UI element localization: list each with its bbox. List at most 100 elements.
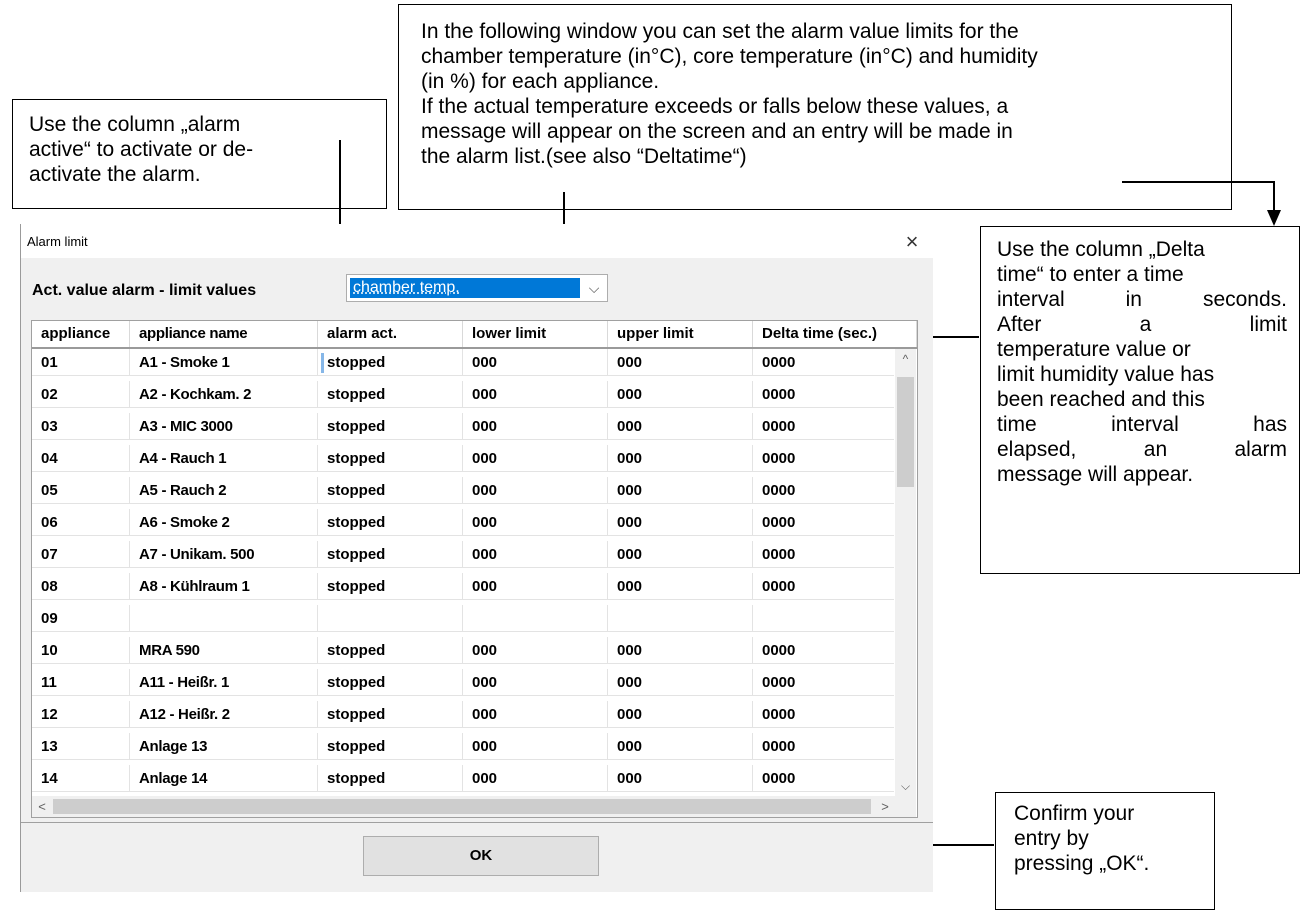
alarm-active-cell[interactable]: stopped	[318, 765, 463, 792]
appliance-name-cell[interactable]: A1 - Smoke 1	[130, 349, 318, 376]
lower-limit-cell[interactable]: 000	[463, 509, 608, 536]
alarm-active-cell[interactable]: stopped	[318, 349, 463, 376]
appliance-name-cell[interactable]: A6 - Smoke 2	[130, 509, 318, 536]
lower-limit-cell[interactable]: 000	[463, 445, 608, 472]
upper-limit-cell[interactable]: 000	[608, 637, 753, 664]
table-row[interactable]: 10 MRA 590 stopped 000 000 0000	[32, 637, 894, 664]
delta-time-cell[interactable]: 0000	[753, 509, 894, 536]
lower-limit-cell[interactable]: 000	[463, 669, 608, 696]
appliance-cell[interactable]: 03	[32, 413, 130, 440]
appliance-cell[interactable]: 09	[32, 605, 130, 632]
delta-time-cell[interactable]: 0000	[753, 669, 894, 696]
alarm-active-cell[interactable]: stopped	[318, 637, 463, 664]
upper-limit-cell[interactable]: 000	[608, 765, 753, 792]
appliance-cell[interactable]: 10	[32, 637, 130, 664]
vertical-scrollbar[interactable]: ^ ⌵	[895, 349, 916, 796]
appliance-cell[interactable]: 08	[32, 573, 130, 600]
table-row[interactable]: 01 A1 - Smoke 1 stopped 000 000 0000	[32, 349, 894, 376]
chevron-down-icon[interactable]: ⌵	[583, 277, 605, 299]
upper-limit-cell[interactable]: 000	[608, 413, 753, 440]
alarm-active-cell[interactable]: stopped	[318, 381, 463, 408]
appliance-cell[interactable]: 06	[32, 509, 130, 536]
close-icon[interactable]: ×	[901, 229, 923, 255]
delta-time-cell[interactable]: 0000	[753, 637, 894, 664]
appliance-cell[interactable]: 13	[32, 733, 130, 760]
table-row[interactable]: 09	[32, 605, 894, 632]
upper-limit-cell[interactable]: 000	[608, 701, 753, 728]
table-row[interactable]: 02 A2 - Kochkam. 2 stopped 000 000 0000	[32, 381, 894, 408]
alarm-active-cell[interactable]: stopped	[318, 541, 463, 568]
alarm-active-cell[interactable]: stopped	[318, 413, 463, 440]
lower-limit-cell[interactable]: 000	[463, 541, 608, 568]
appliance-cell[interactable]: 01	[32, 349, 130, 376]
table-row[interactable]: 11 A11 - Heißr. 1 stopped 000 000 0000	[32, 669, 894, 696]
alarm-active-cell[interactable]: stopped	[318, 445, 463, 472]
upper-limit-cell[interactable]: 000	[608, 669, 753, 696]
table-row[interactable]: 07 A7 - Unikam. 500 stopped 000 000 0000	[32, 541, 894, 568]
alarm-active-cell[interactable]	[318, 605, 463, 632]
delta-time-cell[interactable]: 0000	[753, 765, 894, 792]
appliance-cell[interactable]: 11	[32, 669, 130, 696]
appliance-name-cell[interactable]: A2 - Kochkam. 2	[130, 381, 318, 408]
table-row[interactable]: 08 A8 - Kühlraum 1 stopped 000 000 0000	[32, 573, 894, 600]
alarm-active-cell[interactable]: stopped	[318, 509, 463, 536]
upper-limit-cell[interactable]: 000	[608, 573, 753, 600]
column-header-upper-limit[interactable]: upper limit	[608, 321, 753, 347]
scroll-up-icon[interactable]: ^	[895, 349, 916, 369]
table-row[interactable]: 03 A3 - MIC 3000 stopped 000 000 0000	[32, 413, 894, 440]
lower-limit-cell[interactable]: 000	[463, 477, 608, 504]
upper-limit-cell[interactable]	[608, 605, 753, 632]
appliance-name-cell[interactable]: A7 - Unikam. 500	[130, 541, 318, 568]
appliance-name-cell[interactable]: Anlage 14	[130, 765, 318, 792]
upper-limit-cell[interactable]: 000	[608, 541, 753, 568]
scroll-thumb[interactable]	[897, 377, 914, 487]
appliance-name-cell[interactable]: MRA 590	[130, 637, 318, 664]
alarm-active-cell[interactable]: stopped	[318, 669, 463, 696]
delta-time-cell[interactable]: 0000	[753, 701, 894, 728]
table-row[interactable]: 12 A12 - Heißr. 2 stopped 000 000 0000	[32, 701, 894, 728]
delta-time-cell[interactable]: 0000	[753, 381, 894, 408]
upper-limit-cell[interactable]: 000	[608, 509, 753, 536]
horizontal-scrollbar[interactable]: < >	[32, 796, 895, 817]
column-header-delta-time[interactable]: Delta time (sec.)	[753, 321, 917, 347]
appliance-cell[interactable]: 05	[32, 477, 130, 504]
appliance-name-cell[interactable]: A8 - Kühlraum 1	[130, 573, 318, 600]
lower-limit-cell[interactable]: 000	[463, 765, 608, 792]
scroll-left-icon[interactable]: <	[32, 796, 52, 817]
appliance-name-cell[interactable]	[130, 605, 318, 632]
delta-time-cell[interactable]: 0000	[753, 413, 894, 440]
lower-limit-cell[interactable]: 000	[463, 701, 608, 728]
appliance-name-cell[interactable]: A12 - Heißr. 2	[130, 701, 318, 728]
appliance-cell[interactable]: 02	[32, 381, 130, 408]
alarm-type-select[interactable]: chamber temp. ⌵	[346, 274, 608, 302]
lower-limit-cell[interactable]: 000	[463, 733, 608, 760]
table-row[interactable]: 06 A6 - Smoke 2 stopped 000 000 0000	[32, 509, 894, 536]
table-row[interactable]: 13 Anlage 13 stopped 000 000 0000	[32, 733, 894, 760]
upper-limit-cell[interactable]: 000	[608, 733, 753, 760]
delta-time-cell[interactable]: 0000	[753, 349, 894, 376]
delta-time-cell[interactable]: 0000	[753, 573, 894, 600]
lower-limit-cell[interactable]: 000	[463, 413, 608, 440]
alarm-active-cell[interactable]: stopped	[318, 477, 463, 504]
column-header-lower-limit[interactable]: lower limit	[463, 321, 608, 347]
delta-time-cell[interactable]: 0000	[753, 541, 894, 568]
alarm-active-cell[interactable]: stopped	[318, 701, 463, 728]
lower-limit-cell[interactable]: 000	[463, 349, 608, 376]
ok-button[interactable]: OK	[363, 836, 599, 876]
appliance-name-cell[interactable]: Anlage 13	[130, 733, 318, 760]
scroll-down-icon[interactable]: ⌵	[895, 776, 916, 796]
appliance-name-cell[interactable]: A3 - MIC 3000	[130, 413, 318, 440]
alarm-active-cell[interactable]: stopped	[318, 733, 463, 760]
appliance-name-cell[interactable]: A4 - Rauch 1	[130, 445, 318, 472]
upper-limit-cell[interactable]: 000	[608, 349, 753, 376]
lower-limit-cell[interactable]: 000	[463, 637, 608, 664]
upper-limit-cell[interactable]: 000	[608, 477, 753, 504]
column-header-appliance[interactable]: appliance	[32, 321, 130, 347]
appliance-name-cell[interactable]: A11 - Heißr. 1	[130, 669, 318, 696]
upper-limit-cell[interactable]: 000	[608, 445, 753, 472]
table-row[interactable]: 05 A5 - Rauch 2 stopped 000 000 0000	[32, 477, 894, 504]
alarm-active-cell[interactable]: stopped	[318, 573, 463, 600]
column-header-appliance-name[interactable]: appliance name	[130, 321, 318, 347]
delta-time-cell[interactable]: 0000	[753, 733, 894, 760]
appliance-cell[interactable]: 14	[32, 765, 130, 792]
